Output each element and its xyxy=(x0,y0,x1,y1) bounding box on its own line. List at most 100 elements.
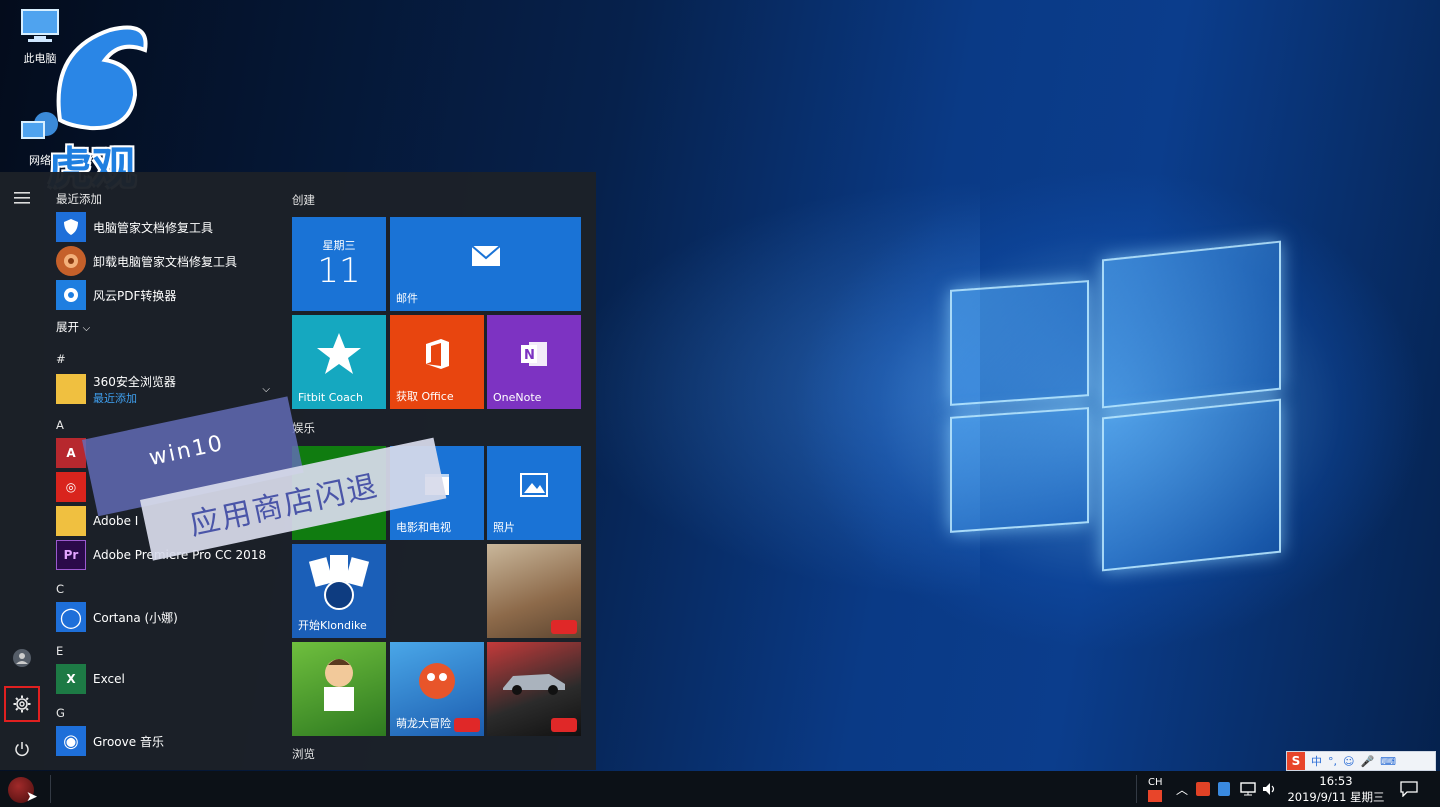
network-tray-icon[interactable] xyxy=(1240,771,1256,807)
access-icon: A xyxy=(56,438,86,468)
mouse-cursor-icon: ➤ xyxy=(26,789,38,805)
emoji-icon[interactable]: ☺ xyxy=(1343,755,1354,768)
windows-wallpaper-logo xyxy=(940,240,1290,580)
gameloft-badge-icon xyxy=(551,718,577,732)
fitbit-coach-tile[interactable]: Fitbit Coach xyxy=(292,315,386,409)
list-item[interactable]: 卸载电脑管家文档修复工具 xyxy=(56,244,286,278)
taskbar-divider xyxy=(1136,775,1137,803)
power-icon[interactable] xyxy=(6,733,38,765)
folder-icon xyxy=(56,374,86,404)
taskbar-divider xyxy=(50,775,51,803)
office-icon xyxy=(390,315,484,393)
dragon-adventure-tile[interactable]: 萌龙大冒险 xyxy=(390,642,484,736)
list-item[interactable]: ◉ Groove 音乐 xyxy=(56,724,286,758)
punctuation-icon[interactable]: °, xyxy=(1328,755,1337,768)
get-office-tile[interactable]: 获取 Office xyxy=(390,315,484,409)
strategy-game-tile[interactable] xyxy=(487,544,581,638)
app-label: 风云PDF转换器 xyxy=(93,288,177,303)
cards-icon xyxy=(292,544,386,622)
tile-label: OneNote xyxy=(493,391,542,404)
tile-label: 开始Klondike xyxy=(298,619,367,632)
dragon-icon xyxy=(390,642,484,720)
app-label: 360安全浏览器 xyxy=(93,374,176,389)
language-label: CH xyxy=(1148,776,1163,788)
tile-label: 邮件 xyxy=(396,292,418,305)
photos-tile[interactable]: 照片 xyxy=(487,446,581,540)
sogou-tray-icon xyxy=(1148,789,1163,802)
chevron-down-icon[interactable]: ⌵ xyxy=(262,384,270,395)
desktop-light xyxy=(560,180,980,600)
list-item[interactable]: ◯ Cortana (小娜) xyxy=(56,600,286,634)
chevron-down-icon: ⌵ xyxy=(82,323,91,334)
groove-icon: ◉ xyxy=(56,726,86,756)
list-item[interactable]: 电脑管家文档修复工具 xyxy=(56,210,286,244)
section-letter[interactable]: C xyxy=(56,578,286,600)
cortana-icon: ◯ xyxy=(56,602,86,632)
language-indicator[interactable]: CH xyxy=(1148,771,1163,807)
adobe-cc-icon: ◎ xyxy=(56,472,86,502)
klondike-tile[interactable]: 开始Klondike xyxy=(292,544,386,638)
app-label: Groove 音乐 xyxy=(93,734,164,749)
start-rail xyxy=(0,172,44,770)
recently-added-header: 最近添加 xyxy=(56,192,102,206)
tray-shield-icon[interactable] xyxy=(1218,771,1230,807)
settings-gear-icon[interactable] xyxy=(4,686,40,722)
user-account-icon[interactable] xyxy=(6,642,38,674)
app-label: Cortana (小娜) xyxy=(93,610,178,625)
ime-toolbar[interactable]: S 中 °, ☺ 🎤 ⌨ xyxy=(1286,751,1436,771)
tile-label: 萌龙大冒险 xyxy=(396,717,451,730)
app-sublabel: 最近添加 xyxy=(93,391,137,405)
character-icon xyxy=(292,642,386,720)
chevron-up-icon[interactable]: ︿ xyxy=(1176,771,1188,807)
tile-label: Fitbit Coach xyxy=(298,391,363,404)
gameloft-badge-icon xyxy=(454,718,480,732)
list-item[interactable]: X Excel xyxy=(56,662,286,696)
pdf-converter-icon xyxy=(56,280,86,310)
section-letter[interactable]: # xyxy=(56,348,286,370)
gameloft-badge-icon xyxy=(551,620,577,634)
clock-time: 16:53 xyxy=(1319,774,1353,788)
section-letter[interactable]: E xyxy=(56,640,286,662)
ime-mode-label[interactable]: 中 xyxy=(1311,753,1322,769)
app-label: 电脑管家文档修复工具 xyxy=(93,220,214,235)
gardenscapes-tile[interactable] xyxy=(292,642,386,736)
car-icon xyxy=(487,642,581,720)
list-item[interactable]: 风云PDF转换器 xyxy=(56,278,286,312)
clock-date: 2019/9/11 星期三 xyxy=(1287,790,1385,804)
onenote-icon: N xyxy=(487,315,581,393)
expand-button[interactable]: 展开 ⌵ xyxy=(56,312,286,342)
keyboard-icon[interactable]: ⌨ xyxy=(1380,755,1396,768)
photo-icon xyxy=(487,446,581,524)
svg-text:N: N xyxy=(524,348,535,363)
tile-label: 电影和电视 xyxy=(396,521,451,534)
shield-icon xyxy=(56,212,86,242)
system-clock[interactable]: 16:53 2019/9/11 星期三 xyxy=(1286,773,1386,805)
overlay-line1: win10 xyxy=(146,430,227,472)
group-title-create[interactable]: 创建 xyxy=(292,192,315,208)
volume-icon[interactable] xyxy=(1262,771,1278,807)
asphalt-tile[interactable] xyxy=(487,642,581,736)
calendar-tile[interactable]: 星期三 11 xyxy=(292,217,386,311)
star-icon xyxy=(292,315,386,393)
group-title-browse[interactable]: 浏览 xyxy=(292,746,315,762)
app-label: Adobe I xyxy=(93,514,139,528)
hamburger-menu-icon[interactable] xyxy=(6,182,38,214)
uninstall-icon xyxy=(56,246,86,276)
expand-label: 展开 xyxy=(56,320,79,334)
calendar-day: 11 xyxy=(317,251,361,291)
tray-app-icon[interactable] xyxy=(1196,771,1210,807)
excel-icon: X xyxy=(56,664,86,694)
tile-label: 照片 xyxy=(493,521,515,534)
onenote-tile[interactable]: N OneNote xyxy=(487,315,581,409)
app-label: Excel xyxy=(93,672,125,686)
action-center-icon[interactable] xyxy=(1400,771,1418,807)
sogou-icon: S xyxy=(1287,752,1305,770)
taskbar: ➤ CH ︿ 16:53 2019/9/11 星期三 xyxy=(0,771,1440,807)
premiere-icon: Pr xyxy=(56,540,86,570)
microphone-icon[interactable]: 🎤 xyxy=(1360,755,1374,768)
app-label: 卸载电脑管家文档修复工具 xyxy=(93,254,238,269)
section-letter[interactable]: G xyxy=(56,702,286,724)
list-item[interactable]: 360安全浏览器 最近添加 ⌵ xyxy=(56,370,286,408)
mail-tile[interactable]: 邮件 xyxy=(390,217,581,311)
tile-label: 获取 Office xyxy=(396,390,454,403)
